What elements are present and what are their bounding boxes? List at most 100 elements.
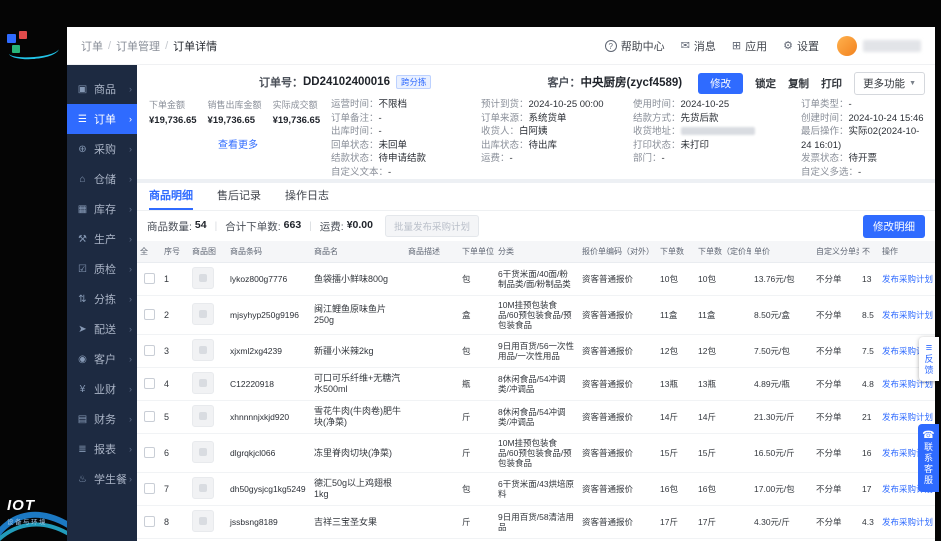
cell-image (189, 263, 227, 296)
products-table: 全序号商品图商品条码商品名商品描述下单单位分类报价单编码（对外）下单数下单数（定… (137, 241, 935, 541)
topbar: 订单/订单管理/订单详情 ?帮助中心✉消息⊞应用⚙设置 (67, 27, 935, 65)
column-header-2: 商品图 (189, 241, 227, 263)
sidebar-item-delivery[interactable]: ➤配送› (67, 314, 137, 344)
sidebar-item-customer[interactable]: ◉客户› (67, 344, 137, 374)
iot-logo: IOT 设备与环境 (0, 492, 67, 541)
modify-button[interactable]: 修改 (698, 73, 743, 94)
cell-quote-code: 资客普通报价 (579, 335, 657, 368)
column-header-6: 下单单位 (459, 241, 495, 263)
row-checkbox[interactable] (144, 516, 155, 527)
sidebar-item-sorting[interactable]: ⇅分拣› (67, 284, 137, 314)
sidebar-item-warehouse[interactable]: ⌂仓储› (67, 164, 137, 194)
row-checkbox[interactable] (144, 411, 155, 422)
cell-truncated-price: 21 (859, 401, 879, 434)
user-menu[interactable] (837, 36, 921, 56)
summary-value: ¥19,736.65 (208, 115, 262, 126)
inventory-icon: ▦ (76, 204, 89, 215)
finance-icon: ▤ (76, 414, 89, 425)
order-detail-field: 订单来源：系统货单 (481, 112, 633, 126)
sidebar-item-bizfin[interactable]: ¥业财› (67, 374, 137, 404)
field-value: - (379, 113, 382, 124)
sidebar-item-qc[interactable]: ☑质检› (67, 254, 137, 284)
order-detail-field: 结款方式：先货后款 (633, 112, 801, 126)
field-value: 未打印 (681, 140, 710, 151)
cell-quote-code: 资客普通报价 (579, 296, 657, 335)
cell-unit-price: 13.76元/包 (751, 263, 813, 296)
field-label: 自定义文本： (331, 167, 388, 178)
order-detail-column: 预计到货：2024-10-25 00:00订单来源：系统货单收货人：白阿姨出库状… (481, 98, 633, 179)
sidebar-item-label: 质检 (94, 261, 116, 277)
chevron-right-icon: › (129, 84, 132, 94)
sidebar-item-goods[interactable]: ▣商品› (67, 74, 137, 104)
breadcrumb-item[interactable]: 订单 (81, 38, 103, 54)
sidebar-item-label: 财务 (94, 411, 116, 427)
field-value: 系统货单 (529, 113, 567, 124)
breadcrumb-item[interactable]: 订单管理 (116, 38, 160, 54)
print-button[interactable]: 打印 (821, 76, 842, 91)
field-value: - (510, 153, 513, 164)
modify-detail-button[interactable]: 修改明细 (863, 215, 925, 238)
order-detail-field: 收货人：白阿姨 (481, 125, 633, 139)
sidebar-item-order[interactable]: ☰订单› (67, 104, 137, 134)
row-checkbox[interactable] (144, 378, 155, 389)
stat-label: 合计下单数: (225, 219, 280, 234)
sidebar-item-purchase[interactable]: ⊕采购› (67, 134, 137, 164)
cell-image (189, 434, 227, 473)
order-stats: 商品数量:54|合计下单数:663|运费:¥0.00 (147, 219, 373, 234)
order-detail-field: 自定义多选：- (801, 166, 925, 180)
row-checkbox[interactable] (144, 447, 155, 458)
sidebar-item-finance[interactable]: ▤财务› (67, 404, 137, 434)
settings-button[interactable]: ⚙设置 (783, 38, 819, 54)
tab-item[interactable]: 售后记录 (217, 183, 261, 210)
feedback-float[interactable]: ≡ 反馈 (919, 337, 939, 381)
batch-publish-button[interactable]: 批量发布采购计划 (385, 215, 479, 237)
more-actions-button[interactable]: 更多功能 ▼ (854, 72, 925, 95)
chevron-right-icon: › (129, 354, 132, 364)
avatar[interactable] (837, 36, 857, 56)
apps-button[interactable]: ⊞应用 (732, 38, 767, 54)
row-checkbox[interactable] (144, 345, 155, 356)
blurred-value (681, 127, 755, 135)
messages-button[interactable]: ✉消息 (681, 38, 716, 54)
cell-description (405, 506, 459, 539)
cell-no: 5 (161, 401, 189, 434)
breadcrumb-item[interactable]: 订单详情 (173, 38, 217, 54)
tab-item[interactable]: 操作日志 (285, 183, 329, 210)
row-checkbox[interactable] (144, 273, 155, 284)
lock-button[interactable]: 锁定 (755, 76, 776, 91)
copy-button[interactable]: 复制 (788, 76, 809, 91)
chevron-right-icon: › (129, 144, 132, 154)
settings-label: 设置 (797, 38, 819, 54)
view-more-link[interactable]: 查看更多 (149, 136, 327, 151)
product-image-placeholder (192, 303, 214, 325)
help-center-button[interactable]: ?帮助中心 (605, 38, 665, 54)
field-label: 部门： (633, 153, 662, 164)
cell-category: 10M挂预包装食品/60预包装食品/预包装食品 (495, 296, 579, 335)
sidebar-item-report[interactable]: ≣报表› (67, 434, 137, 464)
stat-value: ¥0.00 (347, 219, 373, 234)
contact-support-label: 联系客服 (918, 442, 939, 486)
publish-purchase-plan-link[interactable]: 发布采购计划 (882, 412, 933, 422)
row-checkbox[interactable] (144, 309, 155, 320)
field-label: 收货人： (481, 126, 519, 137)
contact-support-float[interactable]: ☎ 联系客服 (918, 424, 939, 492)
detail-tabs-card: 商品明细售后记录操作日志 商品数量:54|合计下单数:663|运费:¥0.00 … (137, 183, 935, 541)
stat-separator: | (215, 221, 218, 232)
brand-square-red-icon (19, 31, 27, 39)
row-checkbox[interactable] (144, 483, 155, 494)
float-label-char: 馈 (919, 365, 939, 376)
sidebar-item-meal[interactable]: ♨学生餐› (67, 464, 137, 494)
sidebar-item-production[interactable]: ⚒生产› (67, 224, 137, 254)
tab-item[interactable]: 商品明细 (149, 183, 193, 210)
cell-unit-price: 4.89元/瓶 (751, 368, 813, 401)
cell-image (189, 335, 227, 368)
sidebar-item-label: 配送 (94, 321, 116, 337)
cell-qty-price-unit: 17斤 (695, 506, 751, 539)
order-detail-column: 订单类型：-创建时间：2024-10-24 15:46最后操作：实际02(202… (801, 98, 925, 179)
publish-purchase-plan-link[interactable]: 发布采购计划 (882, 517, 933, 527)
publish-purchase-plan-link[interactable]: 发布采购计划 (882, 274, 933, 284)
column-header-14: 操作 (879, 241, 935, 263)
float-label-char: 反 (919, 354, 939, 365)
publish-purchase-plan-link[interactable]: 发布采购计划 (882, 310, 933, 320)
sidebar-item-inventory[interactable]: ▦库存› (67, 194, 137, 224)
